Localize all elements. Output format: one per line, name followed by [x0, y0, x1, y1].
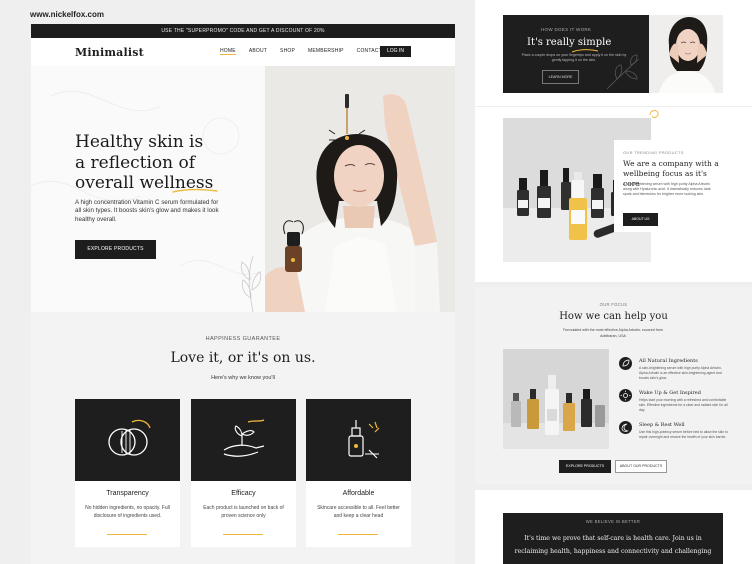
login-button[interactable]: LOG IN: [380, 46, 411, 57]
nav-menu: HOME ABOUT SHOP MEMBERSHIP CONTACT: [220, 48, 395, 55]
guarantee-section: HAPPINESS GUARANTEE Love it, or it's on …: [31, 312, 455, 564]
nav-item-membership[interactable]: MEMBERSHIP: [308, 48, 344, 55]
nav-item-contact[interactable]: CONTACT: [357, 48, 382, 55]
card-description: Each product is launched on back of prov…: [203, 505, 284, 519]
accent-underline-icon: [172, 188, 218, 193]
model-hands-on-face-illustration: [649, 15, 723, 93]
nav-item-home[interactable]: HOME: [220, 48, 236, 55]
main-page-mockup: USE THE "SUPERPROMO" CODE AND GET A DISC…: [31, 24, 455, 564]
moon-icon: [619, 421, 632, 434]
feature-description: Helps start your morning with a refreshe…: [639, 398, 728, 412]
hero-heading-line-2: a reflection of: [75, 152, 196, 173]
leaf-sprig-icon: [240, 255, 262, 312]
hero-heading-line-1: Healthy skin is: [75, 132, 204, 152]
hero-model-photo: [265, 66, 455, 312]
card-title: Efficacy: [231, 490, 256, 497]
believe-text: It's time we prove that self-care is hea…: [514, 535, 712, 555]
how-it-works-description: Place a couple drops on your fingertips …: [521, 53, 627, 62]
feature-description: A skin-brightening serum with high purit…: [639, 366, 722, 380]
explore-products-button[interactable]: EXPLORE PRODUCTS: [559, 460, 611, 473]
hero-heading: Healthy skin is a reflection of overall …: [75, 132, 245, 194]
trending-products-section: OUR TRENDING PRODUCTS We are a company w…: [475, 107, 752, 282]
trending-description: A skin-brightening serum with high purit…: [623, 182, 711, 196]
brand-logo[interactable]: Minimalist: [75, 46, 144, 59]
how-it-works-title: It's really simple: [527, 37, 612, 48]
feature-card-efficacy[interactable]: Efficacy Each product is launched on bac…: [191, 399, 296, 547]
card-description: Skincare accessible to all. Feel better …: [317, 505, 400, 519]
card-description: No hidden ingredients, no opacity. Full …: [85, 505, 170, 519]
serum-lineup-photo: [503, 349, 609, 449]
feature-card-affordable[interactable]: Affordable Skincare accessible to all. F…: [306, 399, 411, 547]
about-our-products-button[interactable]: ABOUT OUR PRODUCTS: [615, 460, 667, 473]
feature-card-transparency[interactable]: Transparency No hidden ingredients, no o…: [75, 399, 180, 547]
overlapping-circles-icon: [108, 419, 151, 456]
card-title: Affordable: [342, 490, 375, 497]
hero-section: Healthy skin is a reflection of overall …: [31, 66, 455, 312]
sun-icon: [619, 389, 632, 402]
nav-item-shop[interactable]: SHOP: [280, 48, 295, 55]
site-url-watermark: www.nickelfox.com: [30, 10, 104, 19]
card-accent-line: [338, 534, 378, 535]
card-title: Transparency: [106, 490, 149, 497]
top-navigation: Minimalist HOME ABOUT SHOP MEMBERSHIP CO…: [31, 38, 455, 66]
focus-section: OUR FOCUS How we can help you Formulated…: [475, 287, 752, 484]
leaf-icon: [619, 357, 632, 370]
about-us-button[interactable]: ABOUT US: [623, 213, 658, 226]
learn-more-button[interactable]: LEARN MORE: [542, 70, 579, 84]
how-it-works-eyebrow: HOW DOES IT WORK: [541, 27, 592, 32]
believe-eyebrow: WE BELIEVE IN BETTER: [585, 519, 641, 524]
hand-sprout-icon: [223, 419, 265, 457]
focus-eyebrow: OUR FOCUS: [599, 302, 628, 307]
feature-title: All Natural Ingredients: [639, 358, 698, 364]
we-believe-section: WE BELIEVE IN BETTER It's time we prove …: [475, 490, 752, 564]
trending-info-card: OUR TRENDING PRODUCTS We are a company w…: [614, 140, 724, 232]
serum-bottle-icon: [348, 420, 380, 459]
nav-item-about[interactable]: ABOUT: [249, 48, 267, 55]
hero-description: A high concentration Vitamin C serum for…: [75, 199, 219, 223]
how-it-works-section: HOW DOES IT WORK It's really simple Plac…: [475, 0, 752, 106]
feature-title: Wake Up & Get Inspired: [639, 390, 701, 396]
guarantee-eyebrow: HAPPINESS GUARANTEE: [205, 336, 281, 342]
model-face-photo: [649, 15, 723, 93]
feature-title: Sleep & Rest Well: [639, 422, 685, 428]
feature-description: Use this high-potency serum before bed t…: [639, 430, 728, 439]
promo-banner: USE THE "SUPERPROMO" CODE AND GET A DISC…: [31, 24, 455, 38]
focus-subtitle: Formulated with the most effective Alpha…: [563, 328, 663, 338]
trending-eyebrow: OUR TRENDING PRODUCTS: [623, 150, 684, 155]
card-accent-line: [107, 534, 147, 535]
card-accent-line: [223, 534, 263, 535]
model-with-dropper-illustration: [265, 66, 455, 312]
guarantee-subtitle: Here's why we know you'll: [211, 375, 275, 381]
explore-products-button[interactable]: EXPLORE PRODUCTS: [75, 240, 156, 259]
focus-title: How we can help you: [559, 311, 668, 322]
serum-lineup-illustration: [503, 349, 609, 449]
guarantee-title: Love it, or it's on us.: [170, 350, 316, 366]
